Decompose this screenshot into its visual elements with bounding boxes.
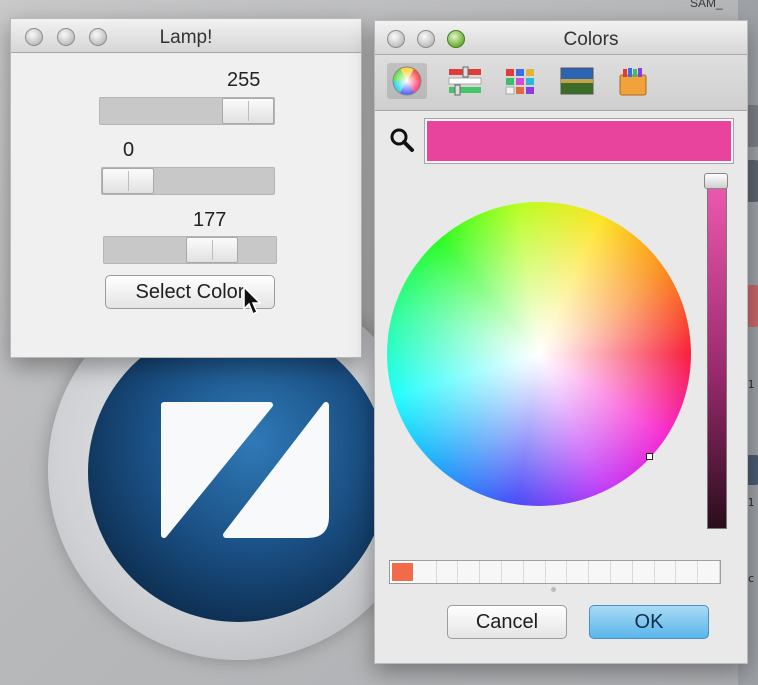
colors-titlebar[interactable]: Colors xyxy=(375,21,747,55)
slider-knob[interactable] xyxy=(222,98,274,124)
color-palettes-icon xyxy=(505,69,534,95)
slider-value-label: 177 xyxy=(193,209,227,231)
brightness-slider[interactable] xyxy=(707,179,727,529)
color-sliders-tab[interactable] xyxy=(445,63,485,99)
slider-value-label: 255 xyxy=(227,69,261,91)
cancel-button[interactable]: Cancel xyxy=(447,605,567,639)
image-palettes-tab[interactable] xyxy=(557,63,597,99)
color-wheel-icon xyxy=(392,66,422,96)
color-wheel[interactable] xyxy=(387,202,691,506)
color-palettes-tab[interactable] xyxy=(501,63,541,99)
palette-swatch[interactable] xyxy=(458,561,481,583)
green-slider[interactable] xyxy=(101,167,275,195)
palette-swatch[interactable] xyxy=(654,561,677,583)
lamp-window-title: Lamp! xyxy=(159,27,213,48)
palette-swatch[interactable] xyxy=(545,561,568,583)
palette-swatch[interactable] xyxy=(523,561,546,583)
app-logo-mark-icon xyxy=(161,402,329,538)
colors-window-title: Colors xyxy=(563,29,619,50)
desktop-file-label: SAM_ xyxy=(690,0,723,10)
saved-colors-palette[interactable] xyxy=(389,560,721,584)
red-slider[interactable] xyxy=(99,97,275,125)
crayons-icon xyxy=(619,68,647,96)
image-palettes-icon xyxy=(560,67,594,95)
magnifier-icon[interactable] xyxy=(389,127,415,153)
palette-swatch[interactable] xyxy=(480,561,502,583)
slider-value-label: 0 xyxy=(123,139,135,161)
minimize-button[interactable] xyxy=(417,30,435,48)
palette-swatch[interactable] xyxy=(414,561,437,583)
brightness-slider-knob[interactable] xyxy=(704,173,728,189)
color-sliders-icon xyxy=(448,66,482,96)
mouse-pointer-icon xyxy=(243,286,262,316)
lamp-window: Lamp! 255 0 177 Select Color xyxy=(10,18,362,358)
color-wheel-selector[interactable] xyxy=(646,453,653,460)
palette-resize-handle[interactable] xyxy=(551,587,556,592)
palette-swatch[interactable] xyxy=(501,561,524,583)
color-wheel-tab[interactable] xyxy=(387,63,427,99)
palette-swatch[interactable] xyxy=(632,561,655,583)
palette-swatch[interactable] xyxy=(436,561,459,583)
slider-knob[interactable] xyxy=(102,168,154,194)
ok-button[interactable]: OK xyxy=(589,605,709,639)
palette-swatch[interactable] xyxy=(610,561,633,583)
palette-swatch[interactable] xyxy=(389,560,416,584)
palette-swatch[interactable] xyxy=(589,561,611,583)
blue-slider[interactable] xyxy=(103,236,277,264)
palette-swatch[interactable] xyxy=(698,561,720,583)
lamp-titlebar[interactable]: Lamp! xyxy=(11,19,361,53)
palette-swatch[interactable] xyxy=(676,561,699,583)
slider-knob[interactable] xyxy=(186,237,238,263)
close-button[interactable] xyxy=(387,30,405,48)
crayons-tab[interactable] xyxy=(613,63,653,99)
colors-panel-window: Colors Cancel OK xyxy=(374,20,748,664)
colors-toolbar xyxy=(375,55,747,111)
current-color-swatch[interactable] xyxy=(424,118,734,164)
palette-swatch[interactable] xyxy=(567,561,590,583)
